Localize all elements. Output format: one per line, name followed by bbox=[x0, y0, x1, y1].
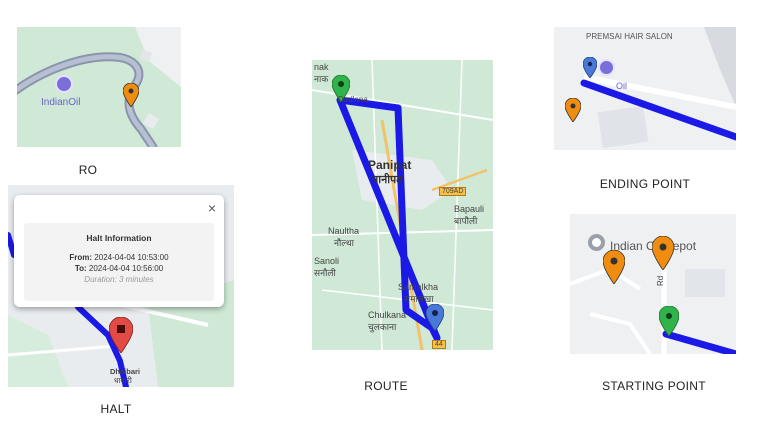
map-label-nak: nak bbox=[314, 62, 329, 72]
route-end-blue-marker-icon[interactable] bbox=[426, 304, 444, 331]
halt-info-title: Halt Information bbox=[86, 233, 152, 243]
oil-label: Oil bbox=[616, 81, 627, 91]
halt-to-row: To: 2024-04-04 10:56:00 bbox=[24, 264, 214, 273]
map-label-naultha-local: नौल्था bbox=[334, 238, 354, 248]
route-map-panel[interactable]: nak नाक Dadlana Panipat पानीपत 709AD Bap… bbox=[312, 60, 493, 350]
indianoil-pin-icon[interactable] bbox=[588, 234, 605, 251]
halt-info-body: Halt Information From: 2024-04-04 10:53:… bbox=[24, 223, 214, 301]
map-label-panipat-local: पानीपत bbox=[372, 174, 403, 186]
duration-label: Duration: bbox=[84, 275, 117, 284]
ending-point-caption: ENDING POINT bbox=[599, 177, 691, 191]
highway-shield-44: 44 bbox=[432, 340, 446, 349]
map-label-chulkana-local: चुलकाना bbox=[368, 322, 397, 332]
map-label-samalkha-local: समालखा bbox=[404, 294, 434, 304]
orange-marker-icon[interactable] bbox=[123, 83, 139, 107]
map-label-sanoli: Sanoli bbox=[314, 256, 340, 266]
halt-duration-row: Duration: 3 minutes bbox=[24, 275, 214, 284]
starting-map-panel[interactable]: Indian Oil Depot Rd bbox=[570, 214, 736, 354]
map-label-bapauli-local: बापौली bbox=[454, 216, 478, 226]
ending-map-svg bbox=[554, 27, 736, 150]
starting-orange-marker-icon-1[interactable] bbox=[603, 250, 625, 284]
ending-map-panel[interactable]: PREMSAI HAIR SALON Oil bbox=[554, 27, 736, 150]
ro-map-svg bbox=[17, 27, 181, 147]
from-label: From: bbox=[69, 253, 93, 262]
halt-place-label: Dhaibari bbox=[110, 367, 141, 376]
halt-info-popup: × Halt Information From: 2024-04-04 10:5… bbox=[14, 195, 224, 307]
map-label-samalkha: Samalkha bbox=[398, 282, 439, 292]
salon-label: PREMSAI HAIR SALON bbox=[586, 32, 673, 41]
ro-map-panel[interactable]: IndianOil bbox=[17, 27, 181, 147]
indianoil-pin-icon[interactable] bbox=[598, 59, 615, 76]
indianoil-pin-icon[interactable] bbox=[55, 75, 73, 93]
indianoil-label: IndianOil bbox=[41, 97, 81, 108]
ro-caption: RO bbox=[78, 163, 98, 177]
map-label-nak-local: नाक bbox=[314, 74, 329, 84]
halt-caption: HALT bbox=[100, 402, 132, 416]
halt-place-label-local: धाबारी bbox=[114, 376, 132, 385]
to-value: 2024-04-04 10:56:00 bbox=[88, 264, 164, 273]
map-label-naultha: Naultha bbox=[328, 226, 360, 236]
starting-green-marker-icon[interactable] bbox=[659, 306, 679, 336]
map-label-bapauli: Bapauli bbox=[454, 204, 485, 214]
map-label-sanoli-local: सनौली bbox=[314, 268, 336, 278]
road-label: Rd bbox=[656, 275, 665, 286]
from-value: 2024-04-04 10:53:00 bbox=[94, 253, 169, 262]
duration-value: 3 minutes bbox=[119, 275, 154, 284]
starting-orange-marker-icon-2[interactable] bbox=[652, 236, 674, 270]
map-label-panipat: Panipat bbox=[368, 158, 412, 172]
map-label-chulkana: Chulkana bbox=[368, 310, 407, 320]
halt-map-panel[interactable]: Dhaibari धाबारी × Halt Information From:… bbox=[8, 185, 234, 387]
route-caption: ROUTE bbox=[364, 379, 408, 393]
halt-red-marker-icon[interactable] bbox=[109, 317, 133, 353]
close-icon[interactable]: × bbox=[208, 200, 216, 216]
to-label: To: bbox=[74, 264, 87, 273]
halt-from-row: From: 2024-04-04 10:53:00 bbox=[24, 253, 214, 262]
ending-blue-marker-icon[interactable] bbox=[583, 57, 597, 78]
highway-shield-709ad: 709AD bbox=[439, 187, 467, 196]
starting-point-caption: STARTING POINT bbox=[602, 379, 706, 393]
map-label-dadlana: Dadlana bbox=[338, 95, 368, 104]
ending-orange-marker-icon[interactable] bbox=[565, 98, 581, 122]
